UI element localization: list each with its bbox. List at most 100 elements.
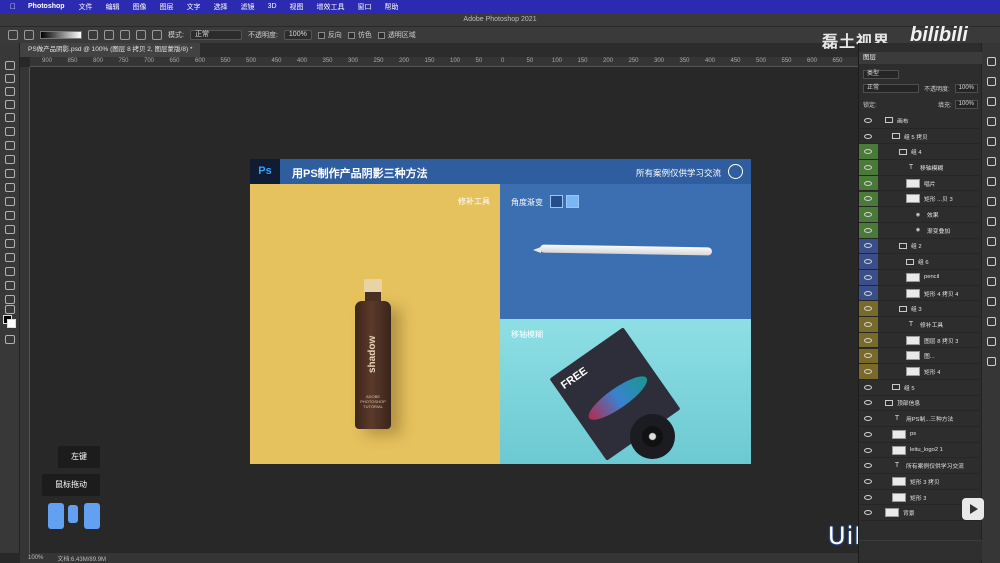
- menu-type[interactable]: 文字: [187, 2, 201, 12]
- layer-row[interactable]: 顶部信息: [859, 396, 982, 412]
- gradient-preview[interactable]: [40, 31, 82, 39]
- menu-layer[interactable]: 图层: [160, 2, 174, 12]
- linear-gradient-icon[interactable]: [88, 30, 98, 40]
- crop-tool-icon[interactable]: [5, 127, 15, 136]
- layer-row[interactable]: 矩形 4: [859, 364, 982, 380]
- visibility-eye-icon[interactable]: [864, 494, 872, 500]
- eraser-tool-icon[interactable]: [5, 211, 15, 220]
- visibility-eye-icon[interactable]: [864, 117, 872, 123]
- visibility-eye-icon[interactable]: [864, 164, 872, 170]
- visibility-eye-icon[interactable]: [864, 274, 872, 280]
- layer-row[interactable]: 矩形 4 拷贝 4: [859, 285, 982, 302]
- layer-row[interactable]: 图层 8 拷贝 3: [859, 332, 982, 349]
- layer-row[interactable]: 矩形 ...贝 3: [859, 191, 982, 208]
- layer-opacity-field[interactable]: 100%: [954, 83, 978, 93]
- visibility-eye-icon[interactable]: [864, 463, 872, 469]
- gradient-tool-icon[interactable]: [5, 225, 15, 234]
- artwork[interactable]: Ps 用PS制作产品阴影三种方法 所有案例仅供学习交流 修补工具 shadow …: [250, 159, 751, 464]
- adjustments-icon[interactable]: [987, 157, 996, 166]
- layer-row[interactable]: 组 3: [859, 301, 982, 318]
- menu-window[interactable]: 窗口: [358, 2, 372, 12]
- layer-row[interactable]: T 用PS制...三种方法: [859, 411, 982, 427]
- properties-icon[interactable]: [987, 177, 996, 186]
- path-select-tool-icon[interactable]: [5, 295, 15, 304]
- libraries-icon[interactable]: [987, 197, 996, 206]
- mode-select[interactable]: 正常: [189, 30, 242, 40]
- layer-row[interactable]: 组 5: [859, 380, 982, 396]
- angle-gradient-icon[interactable]: [120, 30, 130, 40]
- app-name-menu[interactable]: Photoshop: [28, 3, 65, 10]
- paragraph-icon[interactable]: [987, 137, 996, 146]
- quick-select-tool-icon[interactable]: [5, 100, 15, 109]
- play-icon[interactable]: [962, 498, 984, 520]
- visibility-eye-icon[interactable]: [864, 180, 872, 186]
- visibility-eye-icon[interactable]: [864, 290, 872, 296]
- paths-icon[interactable]: [987, 97, 996, 106]
- eyedropper-tool-icon[interactable]: [5, 141, 15, 150]
- type-tool-icon[interactable]: [5, 281, 15, 290]
- layer-row[interactable]: 组 2: [859, 238, 982, 255]
- layer-row[interactable]: leitu_logo2 1: [859, 443, 982, 459]
- channels-icon[interactable]: [987, 77, 996, 86]
- layer-fill-field[interactable]: 100%: [954, 99, 978, 109]
- layer-row[interactable]: T 所有案例仅供学习交流: [859, 458, 982, 475]
- visibility-eye-icon[interactable]: [864, 431, 872, 437]
- brush-tool-icon[interactable]: [5, 169, 15, 178]
- swatches-icon[interactable]: [987, 217, 996, 226]
- visibility-eye-icon[interactable]: [864, 478, 872, 484]
- visibility-eye-icon[interactable]: [864, 321, 872, 327]
- dither-checkbox[interactable]: 仿色: [347, 30, 372, 40]
- reflected-gradient-icon[interactable]: [136, 30, 146, 40]
- hand-tool-icon[interactable]: [5, 305, 15, 314]
- diamond-gradient-icon[interactable]: [152, 30, 162, 40]
- layer-row[interactable]: 组 6: [859, 254, 982, 270]
- history-icon[interactable]: [987, 297, 996, 306]
- layer-row[interactable]: T 移轴模糊: [859, 160, 982, 176]
- layer-row[interactable]: pencil: [859, 270, 982, 286]
- layer-row[interactable]: T 修补工具: [859, 317, 982, 333]
- quick-mask-icon[interactable]: [5, 335, 15, 344]
- pen-tool-icon[interactable]: [5, 267, 15, 276]
- brushes-icon[interactable]: [987, 317, 996, 326]
- home-icon[interactable]: [8, 30, 18, 40]
- marquee-tool-icon[interactable]: [5, 74, 15, 83]
- apple-icon[interactable]: : [10, 2, 18, 11]
- menu-view[interactable]: 视图: [290, 2, 304, 12]
- visibility-eye-icon[interactable]: [864, 227, 872, 233]
- visibility-eye-icon[interactable]: [864, 416, 872, 422]
- layer-row[interactable]: ps: [859, 427, 982, 443]
- color-icon[interactable]: [987, 237, 996, 246]
- layer-row[interactable]: 矩形 3 拷贝: [859, 474, 982, 490]
- menu-plugins[interactable]: 增效工具: [317, 2, 345, 12]
- dodge-tool-icon[interactable]: [5, 253, 15, 262]
- menu-select[interactable]: 选择: [214, 2, 228, 12]
- transparency-checkbox[interactable]: 透明区域: [377, 30, 416, 40]
- document-size[interactable]: 文档:6.43M/89.9M: [57, 554, 106, 563]
- background-color-swatch[interactable]: [7, 319, 16, 328]
- document-tab[interactable]: PS做产品阴影.psd @ 100% (图层 8 拷贝 2, 图层蒙版/8) *: [20, 43, 201, 57]
- healing-tool-icon[interactable]: [5, 155, 15, 164]
- lasso-tool-icon[interactable]: [5, 87, 15, 96]
- menu-file[interactable]: 文件: [79, 2, 93, 12]
- layers-icon[interactable]: [987, 57, 996, 66]
- layer-row[interactable]: 组 4: [859, 144, 982, 161]
- radial-gradient-icon[interactable]: [104, 30, 114, 40]
- history-brush-icon[interactable]: [5, 197, 15, 206]
- layer-filter-select[interactable]: 类型: [863, 69, 899, 79]
- visibility-eye-icon[interactable]: [864, 384, 872, 390]
- zoom-level[interactable]: 100%: [28, 555, 43, 561]
- layer-row[interactable]: ◉ 效果: [859, 207, 982, 223]
- glyphs-icon[interactable]: [987, 337, 996, 346]
- visibility-eye-icon[interactable]: [864, 369, 872, 375]
- info-icon[interactable]: [987, 357, 996, 366]
- menu-filter[interactable]: 滤镜: [241, 2, 255, 12]
- layer-row[interactable]: 组 5 拷贝: [859, 129, 982, 145]
- layer-row[interactable]: 画布: [859, 113, 982, 129]
- actions-icon[interactable]: [987, 277, 996, 286]
- layer-row[interactable]: 唱片: [859, 175, 982, 192]
- visibility-eye-icon[interactable]: [864, 510, 872, 516]
- menu-image[interactable]: 图像: [133, 2, 147, 12]
- menu-3d[interactable]: 3D: [268, 3, 277, 10]
- reverse-checkbox[interactable]: 反向: [317, 30, 342, 40]
- gradients-icon[interactable]: [987, 257, 996, 266]
